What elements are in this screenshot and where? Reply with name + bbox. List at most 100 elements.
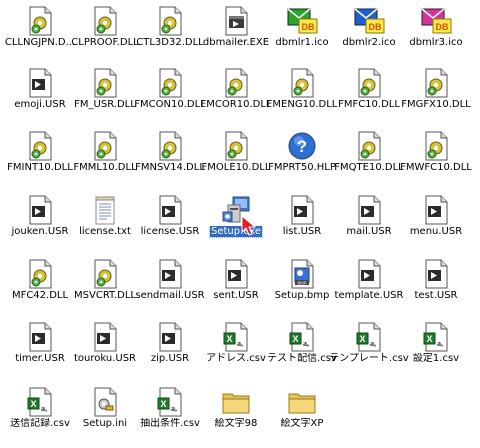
file-item-ctl3d32-dll[interactable]: CTL3D32.DLL [135,5,205,67]
file-item-fmfc10-dll[interactable]: FMFC10.DLL [334,67,404,129]
file-item-license-txt[interactable]: license.txt [70,194,140,256]
file-item-menu-usr[interactable]: menu.USR [401,194,471,256]
dll-gear-icon [89,67,121,99]
file-item-dbmlr3-ico[interactable]: DB dbmlr3.ico [401,5,471,67]
file-item-fmint10-dll[interactable]: FMINT10.DLL [5,130,75,192]
file-item-csv[interactable]: Xa, テスト配信.csv [267,321,337,383]
dll-gear-icon [420,67,452,99]
file-item-fmml10-dll[interactable]: FMML10.DLL [70,130,140,192]
file-item-1-csv[interactable]: Xa, 設定1.csv [401,321,471,383]
dll-gear-icon [89,130,121,162]
dll-gear-icon [89,5,121,37]
file-item-dbmlr2-ico[interactable]: DB dbmlr2.ico [334,5,404,67]
dll-gear-icon [286,67,318,99]
file-item-cllngjpn-d[interactable]: CLLNGJPN.D... [5,5,75,67]
file-item-csv[interactable]: Xa, アドレス.csv [201,321,271,383]
csv-excel-icon: Xa, [154,386,186,418]
file-item-license-usr[interactable]: license.USR [135,194,205,256]
file-name-label: Setup.ini [82,418,128,429]
file-item-mfc42-dll[interactable]: MFC42.DLL [5,258,75,320]
file-name-label: 絵文字XP [280,418,324,429]
file-item-msvcrt-dll[interactable]: MSVCRT.DLL [70,258,140,320]
file-item-csv[interactable]: Xa, 抽出条件.csv [135,386,205,448]
usr-file-icon [24,321,56,353]
svg-text:DB: DB [369,22,382,32]
file-item-dbmlr1-ico[interactable]: DB dbmlr1.ico [267,5,337,67]
file-item-98[interactable]: 絵文字98 [201,386,271,448]
csv-excel-icon: Xa, [420,321,452,353]
folder-icon [220,386,252,418]
dll-gear-icon [353,130,385,162]
svg-text:a,: a, [171,404,177,413]
usr-file-icon [154,258,186,290]
file-name-label: 絵文字98 [214,418,258,429]
csv-excel-icon: Xa, [353,321,385,353]
file-item-setup-exe[interactable]: Setup.exe [201,194,271,256]
file-item-sendmail-usr[interactable]: sendmail.USR [135,258,205,320]
usr-file-icon [353,194,385,226]
file-name-label: menu.USR [409,226,463,237]
svg-text:X: X [30,399,36,409]
file-item-timer-usr[interactable]: timer.USR [5,321,75,383]
file-item-fmgfx10-dll[interactable]: FMGFX10.DLL [401,67,471,129]
dll-gear-icon [154,67,186,99]
svg-text:DB: DB [436,22,449,32]
file-name-label: license.txt [79,226,131,237]
file-item-fmcon10-dll[interactable]: FMCON10.DLL [134,67,206,129]
usr-file-icon [220,258,252,290]
usr-file-icon [24,67,56,99]
file-item-jouken-usr[interactable]: jouken.USR [5,194,75,256]
file-item-fm-usr-dll[interactable]: FM_USR.DLL [70,67,140,129]
text-file-icon [89,194,121,226]
file-item-setup-bmp[interactable]: BMP Setup.bmp [267,258,337,320]
svg-text:a,: a, [370,339,376,348]
file-item-fmprt50-hlp[interactable]: ? FMPRT50.HLP [267,130,337,192]
file-item-touroku-usr[interactable]: touroku.USR [70,321,140,383]
file-item-zip-usr[interactable]: zip.USR [135,321,205,383]
exe-window-icon [220,5,252,37]
file-item-emoji-usr[interactable]: emoji.USR [5,67,75,129]
usr-file-icon [353,258,385,290]
usr-file-icon [420,194,452,226]
setup-installer-icon [220,194,252,226]
svg-text:BMP: BMP [297,280,306,285]
file-item-test-usr[interactable]: test.USR [401,258,471,320]
svg-text:X: X [292,334,298,344]
svg-text:X: X [226,334,232,344]
dll-gear-icon [24,5,56,37]
file-item-fmole10-dll[interactable]: FMOLE10.DLL [201,130,271,192]
file-item-fmeng10-dll[interactable]: FMENG10.DLL [267,67,337,129]
file-name-label: mail.USR [346,226,392,237]
ico-envelope-icon: DB [286,5,318,37]
dll-gear-icon [24,258,56,290]
svg-text:a,: a, [437,339,443,348]
file-item-template-usr[interactable]: template.USR [334,258,404,320]
ini-settings-icon [89,386,121,418]
dll-gear-icon [420,130,452,162]
usr-file-icon [89,321,121,353]
usr-file-icon [154,321,186,353]
svg-text:X: X [359,334,365,344]
file-item-sent-usr[interactable]: sent.USR [201,258,271,320]
file-item-csv[interactable]: Xa, テンプレート.csv [329,321,409,383]
file-item-setup-ini[interactable]: Setup.ini [70,386,140,448]
folder-view[interactable]: CLLNGJPN.D... CLPROOF.DLL CTL3D32.DLL dbmai… [0,0,480,434]
file-item-mail-usr[interactable]: mail.USR [334,194,404,256]
file-name-label: Setup.bmp [274,290,330,301]
file-item-csv[interactable]: Xa, 送信記録.csv [5,386,75,448]
file-item-fmqte10-dll[interactable]: FMQTE10.DLL [334,130,404,192]
file-item-dbmailer-exe[interactable]: dbmailer.EXE [201,5,271,67]
file-name-label: 設定1.csv [412,353,460,364]
usr-file-icon [286,194,318,226]
file-item-xp[interactable]: 絵文字XP [267,386,337,448]
file-item-fmnsv14-dll[interactable]: FMNSV14.DLL [135,130,205,192]
file-item-list-usr[interactable]: list.USR [267,194,337,256]
svg-text:DB: DB [302,22,315,32]
ico-envelope-icon: DB [353,5,385,37]
file-item-fmcor10-dll[interactable]: FMCOR10.DLL [201,67,271,129]
bmp-file-icon: BMP [286,258,318,290]
usr-file-icon [24,194,56,226]
file-item-fmwfc10-dll[interactable]: FMWFC10.DLL [400,130,472,192]
file-name-label: emoji.USR [14,99,66,110]
file-item-clproof-dll[interactable]: CLPROOF.DLL [70,5,140,67]
